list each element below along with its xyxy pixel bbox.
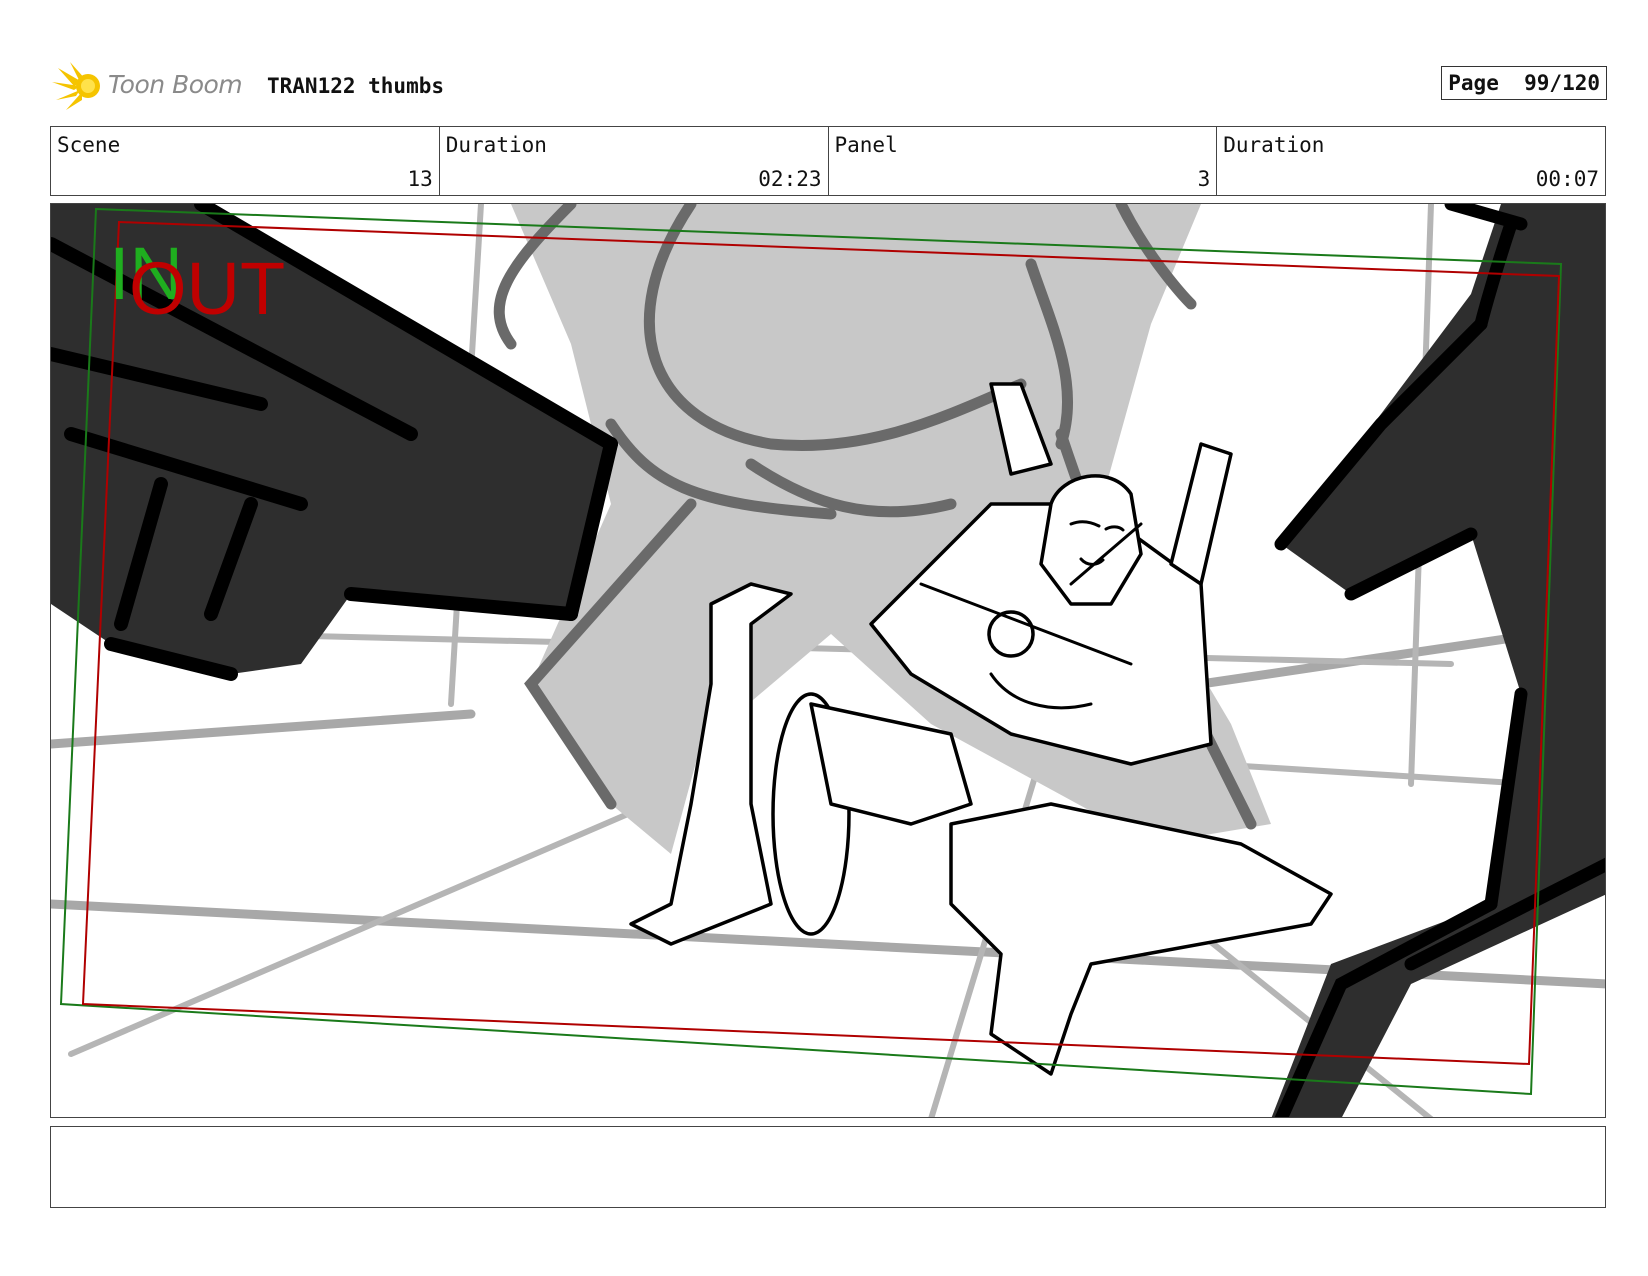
panel-cell: Panel 3 bbox=[827, 127, 1217, 195]
scene-label: Scene bbox=[57, 133, 121, 157]
out-marker: OUT bbox=[129, 247, 285, 330]
panel-duration-cell: Duration 00:07 bbox=[1216, 127, 1605, 195]
panel-value: 3 bbox=[1197, 167, 1211, 191]
panel-duration-value: 00:07 bbox=[1535, 167, 1599, 191]
panel-label: Panel bbox=[834, 133, 898, 157]
panel-duration-label: Duration bbox=[1223, 133, 1325, 157]
storyboard-panel: IN OUT bbox=[50, 203, 1606, 1118]
brand-name: Toon Boom bbox=[108, 70, 243, 99]
notes-area bbox=[50, 1126, 1606, 1208]
scene-cell: Scene 13 bbox=[51, 127, 439, 195]
page-header: Toon Boom TRAN122 thumbs Page 99/120 bbox=[52, 56, 1607, 116]
scene-duration-value: 02:23 bbox=[758, 167, 822, 191]
panel-info-table: Scene 13 Duration 02:23 Panel 3 Duration… bbox=[50, 126, 1606, 196]
scene-value: 13 bbox=[407, 167, 433, 191]
page-label: Page bbox=[1448, 71, 1499, 95]
page-indicator: Page 99/120 bbox=[1441, 66, 1607, 100]
project-title: TRAN122 thumbs bbox=[267, 74, 445, 98]
scene-duration-label: Duration bbox=[445, 133, 547, 157]
storyboard-sketch: IN OUT bbox=[51, 204, 1605, 1117]
scene-duration-cell: Duration 02:23 bbox=[438, 127, 828, 195]
page-number: 99/120 bbox=[1524, 71, 1600, 95]
